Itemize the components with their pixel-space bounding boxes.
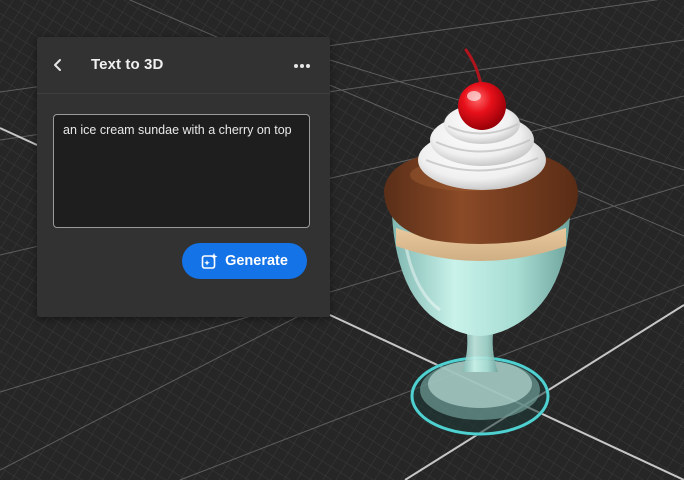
more-options-button[interactable] (290, 53, 314, 77)
back-button[interactable] (37, 49, 69, 81)
text-to-3d-panel: Text to 3D an ice cream sundae with a ch… (37, 37, 330, 317)
generate-button[interactable]: Generate (182, 243, 307, 279)
prompt-input[interactable]: an ice cream sundae with a cherry on top (53, 114, 310, 228)
panel-title: Text to 3D (91, 56, 164, 73)
generate-button-label: Generate (225, 253, 288, 269)
sparkle-generate-icon (201, 252, 219, 270)
chevron-left-icon (42, 58, 64, 72)
more-horizontal-icon (293, 56, 311, 74)
panel-header: Text to 3D (37, 37, 330, 94)
